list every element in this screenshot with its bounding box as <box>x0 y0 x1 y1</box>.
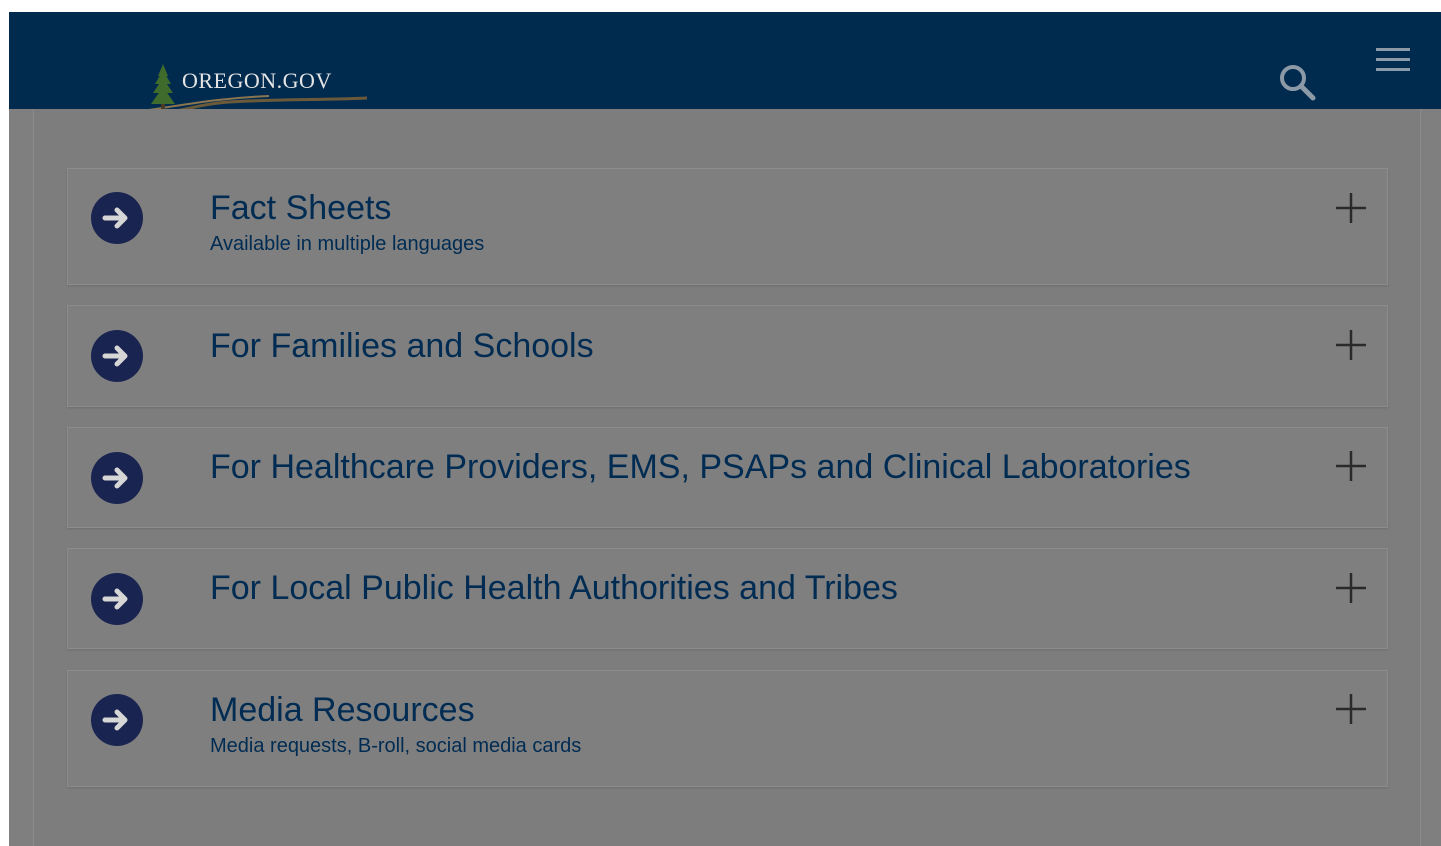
accordion-subtitle: Media requests, B-roll, social media car… <box>210 735 582 757</box>
accordion-title: Fact Sheets <box>210 189 392 227</box>
page-frame: OREGON.GOV Fact Sheets Available in mult… <box>9 12 1441 846</box>
accordion-item-fact-sheets[interactable]: Fact Sheets Available in multiple langua… <box>67 168 1388 285</box>
plus-icon[interactable] <box>1335 450 1367 482</box>
logo-text: OREGON.GOV <box>182 68 332 93</box>
arrow-right-circle-icon <box>91 694 143 746</box>
accordion-item-healthcare-providers[interactable]: For Healthcare Providers, EMS, PSAPs and… <box>67 427 1388 528</box>
main-content: Fact Sheets Available in multiple langua… <box>33 109 1421 846</box>
plus-icon[interactable] <box>1335 572 1367 604</box>
accordion-item-local-public-health[interactable]: For Local Public Health Authorities and … <box>67 548 1388 649</box>
plus-icon[interactable] <box>1335 192 1367 224</box>
accordion-title: For Healthcare Providers, EMS, PSAPs and… <box>210 448 1191 486</box>
site-header: OREGON.GOV <box>9 12 1441 120</box>
arrow-right-circle-icon <box>91 573 143 625</box>
search-icon <box>1280 65 1316 101</box>
plus-icon[interactable] <box>1335 693 1367 725</box>
accordion-title: Media Resources <box>210 691 475 729</box>
accordion-title: For Local Public Health Authorities and … <box>210 569 898 607</box>
accordion-item-families-schools[interactable]: For Families and Schools <box>67 305 1388 407</box>
accordion-subtitle: Available in multiple languages <box>210 233 485 255</box>
search-button[interactable] <box>1277 62 1319 104</box>
arrow-right-circle-icon <box>91 330 143 382</box>
hamburger-menu-icon <box>1376 48 1410 71</box>
menu-button[interactable] <box>1374 46 1412 76</box>
plus-icon[interactable] <box>1335 329 1367 361</box>
arrow-right-circle-icon <box>91 192 143 244</box>
accordion-title: For Families and Schools <box>210 327 594 365</box>
accordion-item-media-resources[interactable]: Media Resources Media requests, B-roll, … <box>67 670 1388 787</box>
arrow-right-circle-icon <box>91 452 143 504</box>
